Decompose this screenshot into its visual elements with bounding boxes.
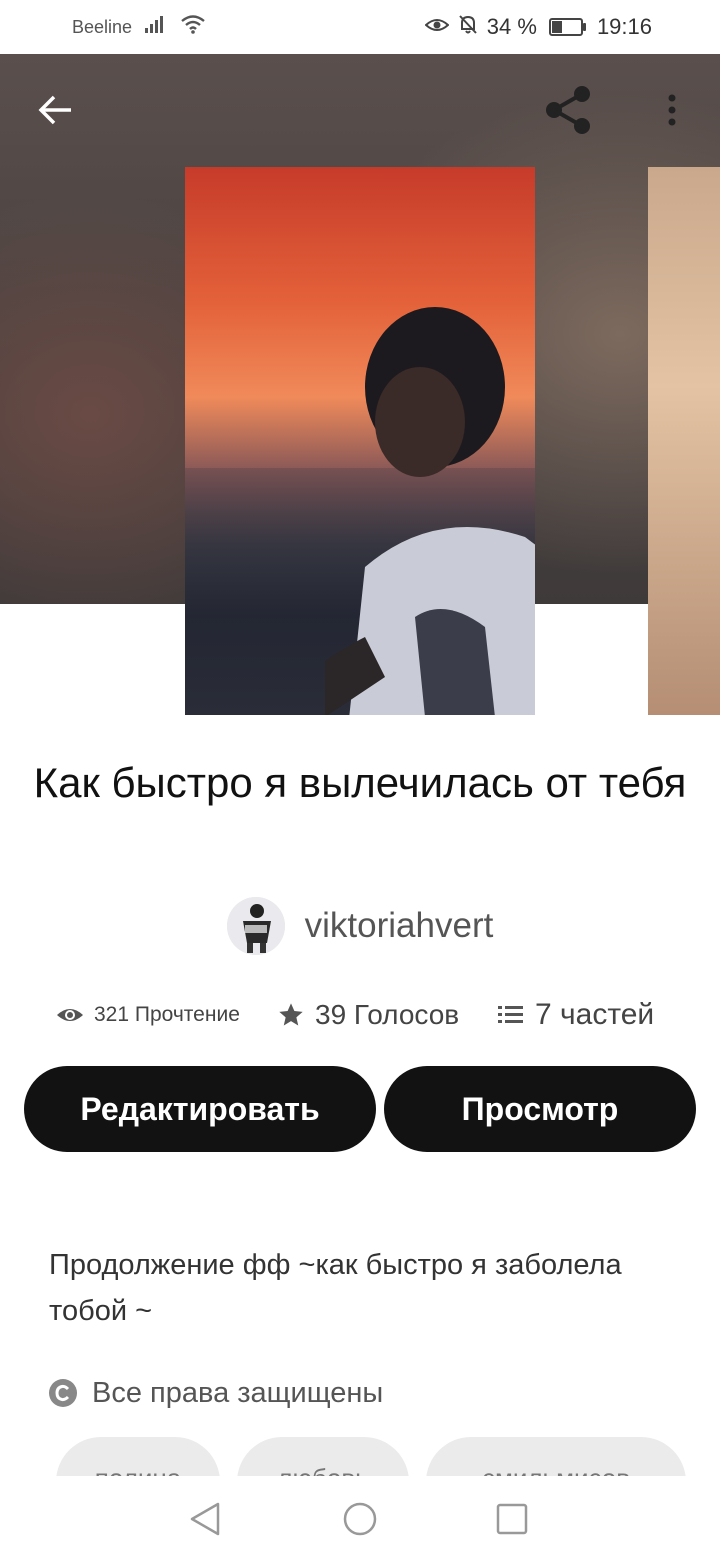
signal-icon	[144, 14, 168, 40]
author-name: viktoriahvert	[304, 906, 494, 945]
status-right: 34 % 19:16	[424, 0, 652, 54]
tag-chip[interactable]: полина	[56, 1437, 220, 1477]
clock: 19:16	[596, 14, 652, 39]
preview-button[interactable]: Просмотр	[384, 1066, 696, 1152]
story-title: Как быстро я вылечилась от тебя	[33, 759, 687, 806]
tag-list: полина любовь смильмисов	[0, 1437, 720, 1477]
eye-comfort-icon	[424, 14, 450, 40]
avatar	[226, 897, 285, 955]
story-description: Продолжение фф ~как быстро я заболела то…	[49, 1249, 622, 1327]
nav-recents-button[interactable]	[487, 1494, 537, 1544]
triangle-back-icon	[190, 1502, 220, 1536]
back-button[interactable]	[24, 78, 88, 142]
parts-stat: 7 частей	[497, 990, 654, 1040]
list-icon	[498, 1006, 523, 1023]
tag-chip[interactable]: любовь	[237, 1437, 409, 1477]
reads-count: 321 Прочтение	[94, 1003, 240, 1026]
arrow-left-icon	[38, 95, 71, 125]
square-recents-icon	[496, 1503, 528, 1535]
status-bar: Beeline 34 % 19:16	[0, 0, 720, 54]
more-options-button[interactable]	[640, 78, 704, 142]
edit-button[interactable]: Редактировать	[24, 1066, 376, 1152]
share-button[interactable]	[536, 78, 600, 142]
share-icon	[546, 86, 590, 134]
star-icon	[279, 1003, 303, 1026]
copyright-row: Все права защищены	[48, 1372, 383, 1414]
author-row[interactable]: viktoriahvert	[0, 896, 720, 956]
circle-home-icon	[343, 1502, 377, 1536]
story-stats: 321 Прочтение 39 Голосов 7 частей	[0, 990, 720, 1040]
wifi-icon	[180, 14, 206, 40]
carrier-label: Beeline	[72, 16, 133, 37]
battery-percent: 34 %	[486, 14, 537, 39]
cover-person-image	[325, 307, 535, 715]
story-cover[interactable]	[185, 167, 535, 715]
reads-stat: 321 Прочтение	[56, 990, 240, 1040]
next-cover-preview[interactable]	[648, 167, 720, 715]
status-left: Beeline	[72, 0, 206, 54]
bell-muted-icon	[457, 13, 479, 41]
tag-chip[interactable]: смильмисов	[426, 1437, 686, 1477]
parts-count: 7 частей	[535, 998, 655, 1031]
copyright-icon	[49, 1379, 77, 1407]
nav-home-button[interactable]	[335, 1494, 385, 1544]
eye-icon	[57, 1009, 83, 1021]
nav-back-button[interactable]	[180, 1494, 230, 1544]
votes-stat: 39 Голосов	[277, 990, 459, 1040]
more-vertical-icon	[668, 94, 676, 126]
system-nav-bar	[0, 1476, 720, 1560]
votes-count: 39 Голосов	[315, 999, 460, 1030]
battery-icon	[548, 18, 586, 36]
rights-label: Все права защищены	[92, 1376, 384, 1409]
